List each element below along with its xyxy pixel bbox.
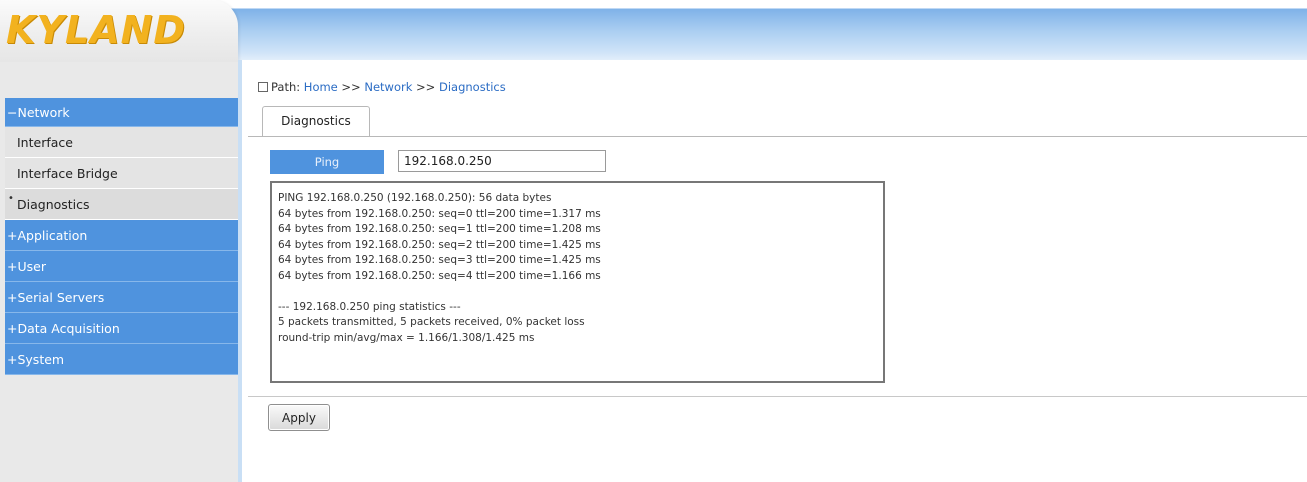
output-line: --- 192.168.0.250 ping statistics --- — [278, 300, 461, 313]
panel-top-border — [248, 136, 1307, 137]
output-line: 64 bytes from 192.168.0.250: seq=0 ttl=2… — [278, 207, 601, 220]
sidebar-item-label: Interface — [17, 135, 73, 150]
output-line: 64 bytes from 192.168.0.250: seq=4 ttl=2… — [278, 269, 601, 282]
output-line: PING 192.168.0.250 (192.168.0.250): 56 d… — [278, 192, 552, 204]
sidebar-item-label: +Data Acquisition — [7, 321, 120, 336]
ip-address-input[interactable] — [398, 150, 606, 172]
kyland-logo: KYLAND — [6, 8, 186, 52]
apply-button[interactable]: Apply — [268, 404, 330, 431]
breadcrumb-separator: >> — [416, 80, 436, 94]
breadcrumb-separator: >> — [341, 80, 361, 94]
sidebar-item-label: +Application — [7, 228, 88, 243]
breadcrumb-home-link[interactable]: Home — [304, 80, 338, 94]
sidebar-item-diagnostics[interactable]: • Diagnostics — [5, 189, 238, 220]
sidebar-divider — [238, 60, 242, 482]
tab-diagnostics[interactable]: Diagnostics — [262, 106, 370, 137]
panel-bottom-border — [248, 396, 1307, 397]
output-line: 64 bytes from 192.168.0.250: seq=1 ttl=2… — [278, 223, 601, 235]
path-box-icon — [258, 81, 268, 92]
sidebar-item-label: Diagnostics — [17, 197, 90, 212]
sidebar-item-label: +User — [7, 259, 46, 274]
sidebar-item-network[interactable]: −Network — [5, 98, 238, 127]
output-line: round-trip min/avg/max = 1.166/1.308/1.4… — [278, 331, 535, 344]
sidebar-item-serial-servers[interactable]: +Serial Servers — [5, 282, 238, 313]
ping-button[interactable]: Ping — [270, 150, 384, 174]
breadcrumb: Path: Home >> Network >> Diagnostics — [258, 80, 506, 94]
ping-output-box: PING 192.168.0.250 (192.168.0.250): 56 d… — [270, 181, 885, 383]
breadcrumb-label: Path: — [271, 80, 301, 94]
active-bullet-icon: • — [8, 193, 14, 204]
sidebar-item-interface[interactable]: Interface — [5, 127, 238, 158]
sidebar-item-interface-bridge[interactable]: Interface Bridge — [5, 158, 238, 189]
sidebar-item-label: +System — [7, 352, 65, 367]
output-line: 5 packets transmitted, 5 packets receive… — [278, 316, 585, 328]
sidebar-item-label: Interface Bridge — [17, 166, 118, 181]
sidebar-item-label: −Network — [7, 105, 70, 120]
breadcrumb-network-link[interactable]: Network — [364, 80, 412, 94]
sidebar-item-data-acquisition[interactable]: +Data Acquisition — [5, 313, 238, 344]
sidebar-item-application[interactable]: +Application — [5, 220, 238, 251]
sidebar-item-user[interactable]: +User — [5, 251, 238, 282]
logo-area: KYLAND — [0, 0, 238, 62]
output-line: 64 bytes from 192.168.0.250: seq=3 ttl=2… — [278, 254, 601, 266]
sidebar-nav: −Network Interface Interface Bridge • Di… — [5, 98, 238, 375]
output-line: 64 bytes from 192.168.0.250: seq=2 ttl=2… — [278, 238, 601, 251]
sidebar-item-system[interactable]: +System — [5, 344, 238, 375]
sidebar-item-label: +Serial Servers — [7, 290, 105, 305]
breadcrumb-diagnostics-link[interactable]: Diagnostics — [439, 80, 506, 94]
